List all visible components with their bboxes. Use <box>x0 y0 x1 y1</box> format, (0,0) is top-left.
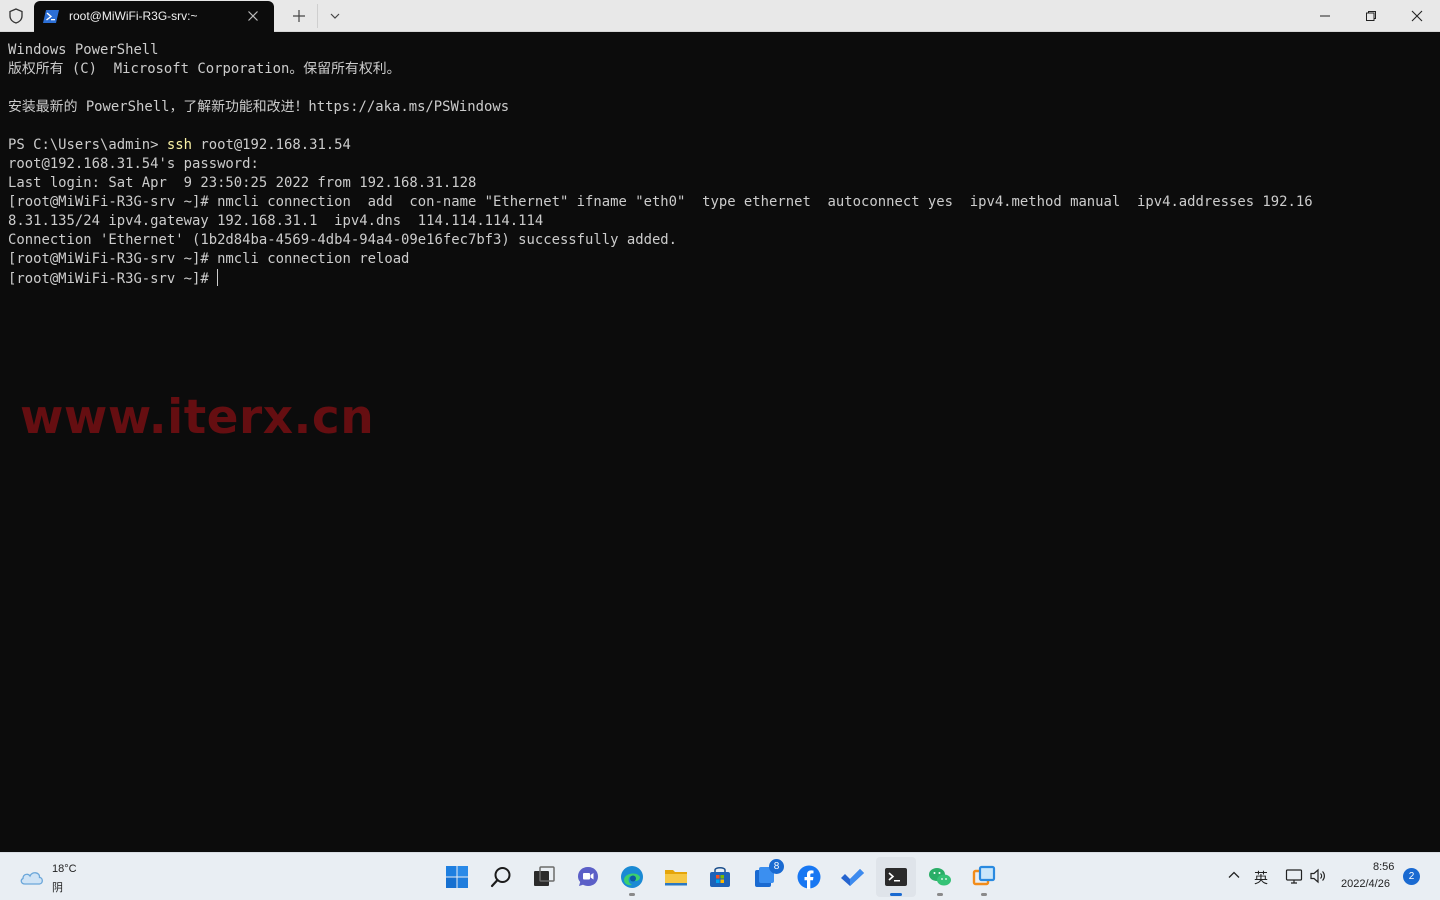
active-indicator <box>890 893 902 896</box>
clock-time[interactable]: 8:56 <box>1373 861 1394 873</box>
restore-button[interactable] <box>1348 0 1394 32</box>
tab-separator <box>317 4 318 28</box>
microsoft-store-button[interactable] <box>700 857 740 897</box>
start-button[interactable] <box>437 857 477 897</box>
terminal-pane[interactable]: Windows PowerShell 版权所有 (C) Microsoft Cor… <box>0 32 1440 852</box>
terminal-icon <box>885 868 907 886</box>
terminal-line: 8.31.135/24 ipv4.gateway 192.168.31.1 ip… <box>8 213 544 229</box>
weather-temperature[interactable]: 18°C <box>52 863 77 875</box>
edge-browser-button[interactable] <box>612 857 652 897</box>
terminal-line: Windows PowerShell <box>8 42 159 58</box>
close-window-button[interactable] <box>1394 0 1440 32</box>
terminal-taskbar-button[interactable] <box>876 857 916 897</box>
running-indicator <box>629 893 635 896</box>
ps-args: root@192.168.31.54 <box>192 137 351 153</box>
task-view-icon <box>534 866 555 886</box>
windows-logo-icon <box>446 866 468 888</box>
search-button[interactable] <box>481 857 521 897</box>
running-indicator <box>981 893 987 896</box>
restore-icon <box>1366 11 1376 21</box>
todo-button[interactable] <box>832 857 872 897</box>
ps-prompt-line: PS C:\Users\admin> ssh root@192.168.31.5… <box>8 136 1313 155</box>
shield-icon[interactable] <box>7 7 25 25</box>
notification-badge: 8 <box>769 859 784 874</box>
chat-icon <box>578 867 598 886</box>
weather-condition[interactable]: 阴 <box>52 879 63 895</box>
cloudy-weather-icon[interactable] <box>18 864 46 890</box>
tab-active-terminal[interactable]: root@MiWiFi-R3G-srv:~ <box>34 1 274 32</box>
facebook-button[interactable] <box>789 857 829 897</box>
chevron-up-icon[interactable] <box>1226 867 1242 883</box>
taskbar: 18°C 阴 8 英 8:56 2022/4/26 2 <box>0 852 1440 900</box>
tab-title: root@MiWiFi-R3G-srv:~ <box>69 9 198 23</box>
terminal-line: Connection 'Ethernet' (1b2d84ba-4569-4db… <box>8 232 678 248</box>
terminal-line: Last login: Sat Apr 9 23:50:25 2022 from… <box>8 175 477 191</box>
close-tab-icon[interactable] <box>245 8 261 24</box>
minimize-button[interactable] <box>1302 0 1348 32</box>
updates-app-button[interactable]: 8 <box>745 857 785 897</box>
terminal-line: 安装最新的 PowerShell，了解新功能和改进！https://aka.ms… <box>8 99 510 115</box>
terminal-output: Windows PowerShell 版权所有 (C) Microsoft Cor… <box>8 41 1313 288</box>
volume-icon[interactable] <box>1309 867 1327 885</box>
folder-icon <box>665 870 687 886</box>
input-method-indicator[interactable]: 英 <box>1254 868 1268 888</box>
minimize-icon <box>1320 15 1330 17</box>
current-prompt-line[interactable]: [root@MiWiFi-R3G-srv ~]# <box>8 269 1313 288</box>
text-cursor <box>217 269 219 286</box>
current-prompt: [root@MiWiFi-R3G-srv ~]# <box>8 271 218 287</box>
notification-count-badge[interactable]: 2 <box>1403 868 1420 885</box>
wechat-icon <box>929 868 951 886</box>
terminal-line: [root@MiWiFi-R3G-srv ~]# nmcli connectio… <box>8 194 1313 210</box>
file-explorer-button[interactable] <box>656 857 696 897</box>
edge-icon <box>621 866 643 888</box>
checkmark-icon <box>841 869 864 886</box>
terminal-line: root@192.168.31.54's password: <box>8 156 259 172</box>
terminal-line: 版权所有 (C) Microsoft Corporation。保留所有权利。 <box>8 61 401 77</box>
remote-desktop-icon <box>972 865 996 886</box>
wechat-button[interactable] <box>920 857 960 897</box>
powershell-icon <box>43 10 59 23</box>
ps-command: ssh <box>166 137 192 153</box>
network-icon[interactable] <box>1285 867 1303 885</box>
facebook-icon <box>797 865 821 889</box>
search-icon <box>490 867 511 888</box>
watermark: www.iterx.cn <box>20 390 375 445</box>
ps-prompt: PS C:\Users\admin> <box>8 137 167 153</box>
running-indicator <box>937 893 943 896</box>
terminal-line: [root@MiWiFi-R3G-srv ~]# nmcli connectio… <box>8 251 410 267</box>
clock-date[interactable]: 2022/4/26 <box>1341 878 1390 890</box>
chat-button[interactable] <box>568 857 608 897</box>
close-icon <box>1411 10 1423 22</box>
store-icon <box>710 867 730 887</box>
remote-desktop-button[interactable] <box>964 857 1004 897</box>
new-tab-button[interactable] <box>290 7 308 25</box>
title-bar: root@MiWiFi-R3G-srv:~ <box>0 0 1440 32</box>
task-view-button[interactable] <box>524 857 564 897</box>
chevron-down-icon[interactable] <box>327 8 343 24</box>
